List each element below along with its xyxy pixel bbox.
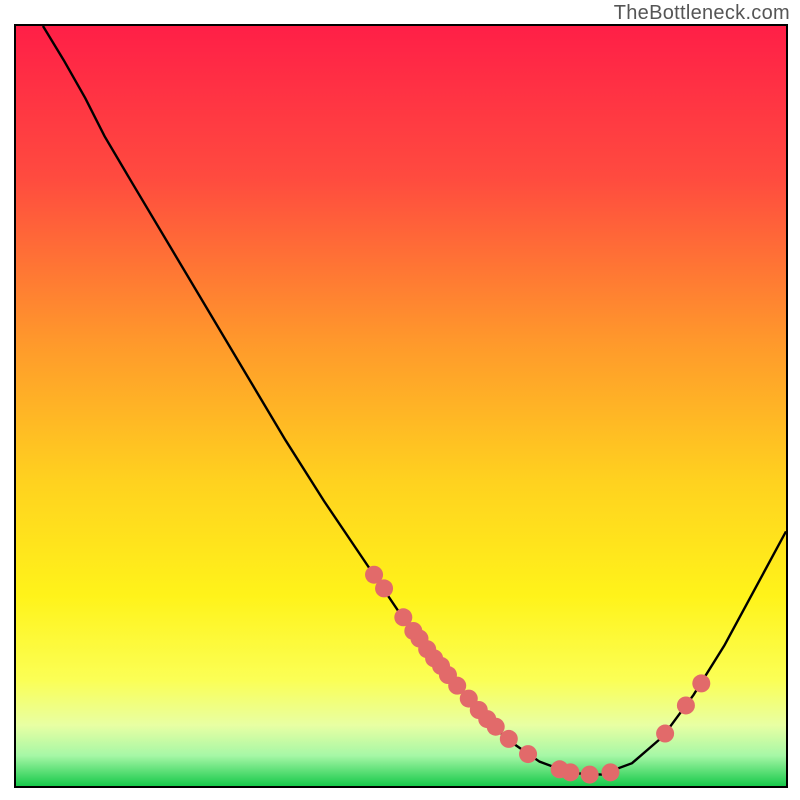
data-marker xyxy=(601,763,619,781)
data-markers xyxy=(365,566,710,784)
data-marker xyxy=(519,745,537,763)
data-marker xyxy=(581,766,599,784)
chart-stage: TheBottleneck.com xyxy=(0,0,800,800)
data-marker xyxy=(677,696,695,714)
bottleneck-curve xyxy=(43,26,786,775)
data-marker xyxy=(692,674,710,692)
data-marker xyxy=(561,763,579,781)
curve-layer xyxy=(16,26,786,786)
watermark-text: TheBottleneck.com xyxy=(614,2,790,25)
data-marker xyxy=(500,730,518,748)
data-marker xyxy=(375,579,393,597)
plot-area xyxy=(14,24,788,788)
data-marker xyxy=(656,725,674,743)
